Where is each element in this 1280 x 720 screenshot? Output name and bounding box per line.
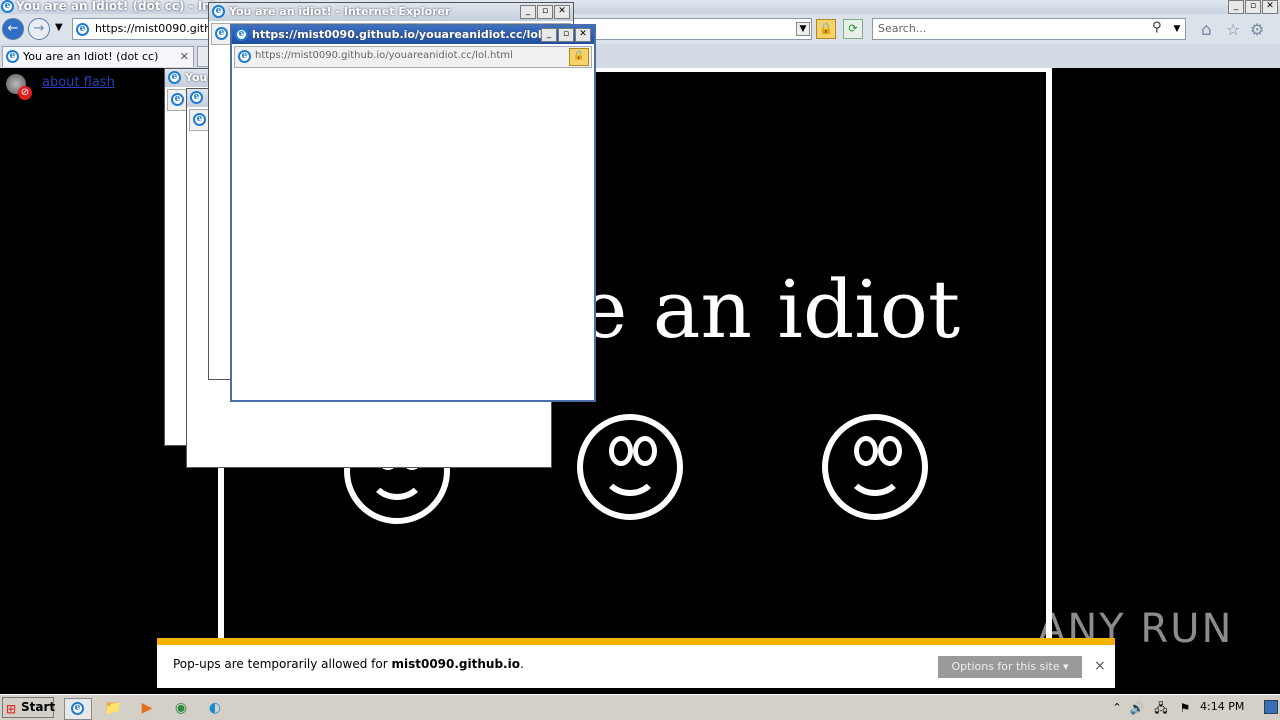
popup-ie-icon: e [190, 91, 203, 104]
popup-close-button[interactable]: ✕ [554, 5, 570, 19]
tab-label: You are an Idiot! (dot cc) [23, 50, 159, 63]
popup-title: https://mist0090.github.io/youareanidiot… [252, 28, 555, 41]
popup-page-icon: e [193, 113, 206, 126]
smiley-mouth [601, 444, 659, 496]
tray-volume-icon[interactable]: 🔊 [1126, 698, 1148, 718]
flash-plugin-blocked-icon: ⊘ [6, 74, 34, 100]
tab-ie-icon: e [6, 50, 19, 63]
lock-icon[interactable]: 🔒 [816, 19, 836, 39]
minimize-button[interactable]: _ [1228, 0, 1244, 14]
main-window-titlebar: e You are an Idiot! (dot cc) - Interne _… [0, 0, 1280, 14]
search-placeholder: Search... [878, 22, 927, 35]
ie-icon: e [1, 0, 14, 13]
popup-ie-icon: e [212, 5, 225, 18]
smiley-face-icon [822, 414, 928, 520]
about-flash-link[interactable]: about flash [42, 75, 115, 90]
tab-you-are-an-idiot[interactable]: e You are an Idiot! (dot cc) ✕ [2, 46, 194, 67]
tray-expand-icon[interactable]: ⌃ [1106, 698, 1128, 718]
page-icon: e [76, 23, 89, 36]
popup-maximize-button[interactable]: ▫ [558, 28, 574, 42]
taskbar-ie-icon[interactable]: e [64, 698, 92, 720]
forward-button[interactable]: → [28, 18, 50, 40]
history-dropdown-icon[interactable]: ▼ [55, 22, 63, 33]
search-dropdown-icon[interactable]: ▼ [1170, 21, 1184, 37]
maximize-button[interactable]: ▫ [1245, 0, 1261, 14]
start-label: Start [21, 700, 56, 714]
start-button[interactable]: ⊞ Start [2, 697, 56, 718]
popup-ie-icon: e [168, 71, 181, 84]
popup-minimize-button[interactable]: _ [541, 28, 557, 42]
favorites-star-icon[interactable]: ☆ [1226, 20, 1240, 39]
home-icon[interactable]: ⌂ [1201, 20, 1212, 40]
address-dropdown-icon[interactable]: ▼ [796, 22, 810, 36]
popup-maximize-button[interactable]: ▫ [537, 5, 553, 19]
notification-site: mist0090.github.io [391, 657, 520, 671]
smiley-face-icon [577, 414, 683, 520]
tray-flag-icon[interactable]: ⚑ [1174, 698, 1196, 718]
options-for-this-site-button[interactable]: Options for this site ▾ [938, 656, 1082, 678]
popup-title: You [185, 71, 208, 84]
popup-page-icon: e [238, 50, 251, 63]
notification-message: Pop-ups are temporarily allowed for mist… [173, 657, 524, 671]
popup-address-bar[interactable]: e https://mist0090.github.io/youareanidi… [234, 46, 592, 68]
popup-window-4-active[interactable]: e https://mist0090.github.io/youareanidi… [230, 24, 596, 402]
popup-page-icon: e [215, 27, 228, 40]
popup-close-button[interactable]: ✕ [575, 28, 591, 42]
back-button[interactable]: ← [2, 18, 24, 40]
windows-logo-icon: ⊞ [6, 702, 17, 716]
show-desktop-button[interactable] [1264, 700, 1278, 714]
taskbar [0, 694, 1280, 720]
popup-titlebar[interactable]: e You are an idiot! - Internet Explorer … [209, 3, 573, 21]
address-text: https://mist0090.github [95, 22, 226, 35]
close-button[interactable]: ✕ [1262, 0, 1278, 14]
smiley-mouth [846, 444, 904, 496]
headline-text: e an idiot [580, 263, 961, 356]
notification-close-icon[interactable]: × [1094, 658, 1106, 674]
search-input[interactable]: Search... [872, 18, 1186, 40]
popup-page-icon: e [171, 93, 184, 106]
taskbar-clock: 4:14 PM [1200, 700, 1245, 713]
popup-address-text: https://mist0090.github.io/youareanidiot… [255, 50, 513, 61]
refresh-icon[interactable]: ⟳ [843, 19, 863, 39]
settings-gear-icon[interactable]: ⚙ [1250, 20, 1264, 39]
search-icon[interactable]: ⚲ [1152, 20, 1162, 35]
tray-network-icon[interactable]: 🖧 [1150, 698, 1172, 718]
popup-title: You are an idiot! - Internet Explorer [229, 5, 451, 18]
popup-minimize-button[interactable]: _ [520, 5, 536, 19]
taskbar-edge-icon[interactable]: ◐ [204, 698, 226, 718]
taskbar-explorer-folder-icon[interactable]: 📁 [102, 698, 124, 718]
taskbar-media-player-icon[interactable]: ▶ [136, 698, 158, 718]
popup-ie-icon: e [235, 28, 248, 41]
taskbar-chrome-icon[interactable]: ◉ [170, 698, 192, 718]
tab-close-icon[interactable]: ✕ [180, 47, 189, 66]
popup-lock-icon[interactable]: 🔒 [569, 48, 589, 66]
popup-titlebar[interactable]: e https://mist0090.github.io/youareanidi… [232, 26, 594, 44]
